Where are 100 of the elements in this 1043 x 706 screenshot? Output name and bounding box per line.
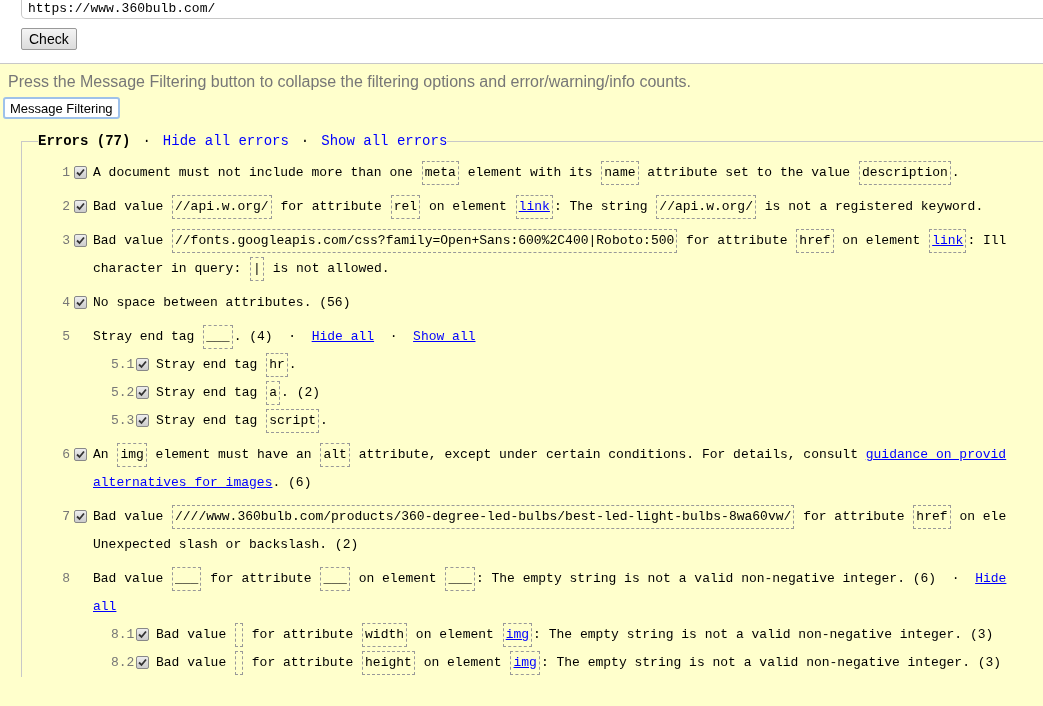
message-text: for attribute bbox=[279, 199, 383, 214]
message-text: A document must not include more than one bbox=[93, 165, 414, 180]
message-number: 5.3 bbox=[111, 413, 135, 428]
checkbox[interactable] bbox=[136, 358, 149, 371]
link[interactable]: Hide bbox=[975, 571, 1007, 586]
message-text: attribute, except under certain conditions. For details, consult bbox=[357, 447, 859, 462]
code-fragment: //api.w.org/ bbox=[656, 195, 756, 219]
message-text: for attribute bbox=[250, 627, 355, 642]
message-text: . (2) bbox=[281, 385, 321, 400]
message-text: for attribute bbox=[209, 571, 313, 586]
message-text: character in query: bbox=[93, 261, 243, 276]
code-fragment: height bbox=[362, 651, 415, 675]
message-text: attribute set to the value bbox=[646, 165, 852, 180]
url-field[interactable]: https://www.360bulb.com/ bbox=[21, 0, 1043, 19]
message-number: 3 bbox=[61, 232, 70, 250]
message-text: Bad value bbox=[93, 509, 165, 524]
message-number: 8 bbox=[61, 570, 70, 588]
code-fragment: | bbox=[250, 257, 264, 281]
message-text: Bad value bbox=[156, 627, 228, 642]
code-fragment: ___ bbox=[320, 567, 350, 591]
checkbox[interactable] bbox=[136, 656, 149, 669]
message-text: Unexpected slash or backslash. (2) bbox=[93, 537, 359, 552]
message-text: element with its bbox=[466, 165, 594, 180]
empty-code-fragment bbox=[235, 622, 243, 647]
code-fragment: hr bbox=[266, 353, 288, 377]
message-text: · bbox=[388, 329, 399, 344]
check-button[interactable]: Check bbox=[21, 28, 77, 50]
checkbox[interactable] bbox=[74, 448, 87, 461]
code-fragment: description bbox=[858, 161, 951, 185]
checkbox[interactable] bbox=[74, 166, 87, 179]
code-fragment: meta bbox=[421, 161, 459, 185]
message-text: Bad value bbox=[93, 233, 165, 248]
message-number: 8.1 bbox=[111, 627, 135, 642]
message-text: on element bbox=[427, 199, 508, 214]
message-text: on element bbox=[422, 655, 503, 670]
message-text: : The empty string is not a valid non-negative integer. (3) bbox=[533, 627, 994, 642]
code-fragment: ___ bbox=[445, 567, 475, 591]
hint-text: Press the Message Filtering button to collapse the filtering options and error/warning/info counts. bbox=[8, 73, 693, 91]
message-text: element must have an bbox=[154, 447, 313, 462]
message-number: 5.2 bbox=[111, 385, 135, 400]
message-text: for attribute bbox=[802, 509, 906, 524]
message-text: Stray end tag bbox=[156, 385, 259, 400]
message-text: on element bbox=[414, 627, 495, 642]
message-number: 8.2 bbox=[111, 655, 135, 670]
checkbox[interactable] bbox=[74, 200, 87, 213]
legend-link[interactable]: Hide all errors bbox=[162, 133, 289, 149]
message-text: : The string bbox=[553, 199, 649, 214]
message-text: is not a registered keyword. bbox=[763, 199, 984, 214]
code-fragment: //fonts.googleapis.com/css?family=Open+Sans:600%2C400|Roboto:500 bbox=[172, 229, 678, 253]
message-text: : The empty string is not a valid non-negative integer. (6) · bbox=[475, 571, 961, 586]
checkbox[interactable] bbox=[74, 296, 87, 309]
message-number: 2 bbox=[61, 198, 70, 216]
message-text: An bbox=[93, 447, 110, 462]
code-fragment: a bbox=[266, 381, 281, 405]
message-text: Stray end tag bbox=[156, 413, 259, 428]
checkbox[interactable] bbox=[136, 414, 149, 427]
errors-title: Errors (77) bbox=[38, 133, 131, 149]
message-text: : The empty string is not a valid non-negative integer. (3) bbox=[540, 655, 1002, 670]
legend-link[interactable]: Show all errors bbox=[321, 133, 448, 149]
message-text: No space between attributes. (56) bbox=[93, 295, 351, 310]
checkbox[interactable] bbox=[136, 628, 149, 641]
message-text: . bbox=[951, 165, 960, 180]
link[interactable]: all bbox=[93, 599, 117, 614]
code-fragment: href bbox=[796, 229, 834, 253]
code-fragment: rel bbox=[390, 195, 421, 219]
code-fragment: img bbox=[117, 443, 147, 467]
message-text: . (6) bbox=[272, 475, 312, 490]
message-text: on element bbox=[841, 233, 922, 248]
message-number: 5.1 bbox=[111, 357, 135, 372]
link[interactable]: guidance on provid bbox=[865, 447, 1007, 462]
link[interactable]: alternatives for images bbox=[93, 475, 273, 490]
code-fragment: ////www.360bulb.com/products/360-degree-led-bulbs/best-led-light-bulbs-8wa60vw/ bbox=[172, 505, 795, 529]
code-fragment: alt bbox=[320, 443, 350, 467]
message-text: on ele bbox=[958, 509, 1007, 524]
code-fragment: width bbox=[362, 623, 408, 647]
message-text: Bad value bbox=[93, 571, 165, 586]
message-filtering-button[interactable]: Message Filtering bbox=[3, 97, 120, 119]
message-text: . bbox=[320, 413, 328, 428]
checkbox[interactable] bbox=[136, 386, 149, 399]
code-fragment: href bbox=[913, 505, 951, 529]
checkbox[interactable] bbox=[74, 234, 87, 247]
code-fragment: //api.w.org/ bbox=[172, 195, 272, 219]
separator-dot: · bbox=[299, 133, 311, 149]
message-number: 6 bbox=[61, 446, 70, 464]
code-fragment: name bbox=[601, 161, 639, 185]
code-fragment: ___ bbox=[172, 567, 202, 591]
message-text: for attribute bbox=[250, 655, 355, 670]
link[interactable]: Hide all bbox=[311, 329, 375, 344]
code-fragment: script bbox=[266, 409, 320, 433]
checkbox[interactable] bbox=[74, 510, 87, 523]
link[interactable]: Show all bbox=[413, 329, 476, 344]
message-number: 7 bbox=[61, 508, 70, 526]
separator-dot: · bbox=[141, 133, 152, 149]
message-number: 1 bbox=[61, 164, 70, 182]
message-text: for attribute bbox=[685, 233, 789, 248]
message-text: is not allowed. bbox=[271, 261, 390, 276]
message-text: Stray end tag bbox=[93, 329, 196, 344]
message-text: : Ill bbox=[967, 233, 1007, 248]
message-text: Stray end tag bbox=[156, 357, 259, 372]
message-number: 5 bbox=[61, 328, 70, 346]
